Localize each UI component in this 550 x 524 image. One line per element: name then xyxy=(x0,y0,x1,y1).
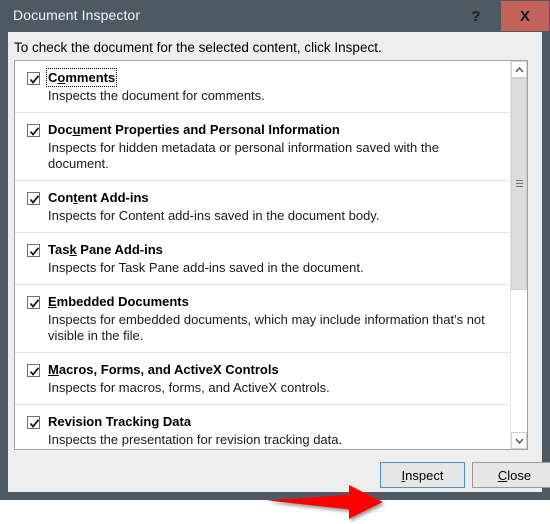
item-checkbox[interactable] xyxy=(27,244,40,257)
list-items-container: Comments Inspects the document for commen… xyxy=(15,61,511,449)
list-item-header: Embedded Documents xyxy=(27,294,501,309)
scroll-up-button[interactable] xyxy=(511,61,527,78)
list-item[interactable]: Macros, Forms, and ActiveX Controls Inspe… xyxy=(15,353,511,405)
inspector-item-list[interactable]: Comments Inspects the document for commen… xyxy=(14,60,528,450)
list-item-header: Comments xyxy=(27,68,501,87)
checkmark-icon xyxy=(29,247,40,256)
checkmark-icon xyxy=(29,299,40,308)
item-label: Comments xyxy=(45,68,118,87)
list-item-header: Document Properties and Personal Informa… xyxy=(27,122,501,137)
item-label: Embedded Documents xyxy=(48,294,189,309)
item-label: Macros, Forms, and ActiveX Controls xyxy=(48,362,279,377)
item-description: Inspects the presentation for revision t… xyxy=(48,432,343,447)
item-description: Inspects for Task Pane add-ins saved in … xyxy=(48,260,364,275)
list-item[interactable]: Embedded Documents Inspects for embedded … xyxy=(15,285,511,353)
list-item[interactable]: Content Add-ins Inspects for Content add-… xyxy=(15,181,511,233)
item-description: Inspects for macros, forms, and ActiveX … xyxy=(48,380,330,395)
annotation-arrow-icon xyxy=(267,485,383,519)
list-item[interactable]: Document Properties and Personal Informa… xyxy=(15,113,511,181)
chevron-up-icon xyxy=(514,66,524,72)
item-description: Inspects the document for comments. xyxy=(48,88,265,103)
close-window-button[interactable]: X xyxy=(501,1,549,31)
chevron-down-icon xyxy=(514,438,524,444)
checkmark-icon xyxy=(29,367,40,376)
item-description: Inspects for hidden metadata or personal… xyxy=(48,140,439,171)
scrollbar-track[interactable] xyxy=(511,78,527,432)
checkmark-icon xyxy=(29,419,40,428)
item-checkbox[interactable] xyxy=(27,72,40,85)
inspect-button-label: Inspect xyxy=(401,467,444,483)
item-checkbox[interactable] xyxy=(27,416,40,429)
item-description: Inspects for Content add-ins saved in th… xyxy=(48,208,380,223)
scroll-down-button[interactable] xyxy=(511,432,527,449)
list-item-header: Content Add-ins xyxy=(27,190,501,205)
document-inspector-dialog: Document Inspector ? X To check the docu… xyxy=(0,0,550,519)
title-bar[interactable]: Document Inspector ? X xyxy=(0,0,550,32)
checkmark-icon xyxy=(29,195,40,204)
item-label: Revision Tracking Data xyxy=(48,414,192,429)
list-item[interactable]: Task Pane Add-ins Inspects for Task Pane … xyxy=(15,233,511,285)
list-item-header: Macros, Forms, and ActiveX Controls xyxy=(27,362,501,377)
list-scrollbar[interactable] xyxy=(510,61,527,449)
checkmark-icon xyxy=(29,75,40,84)
help-button[interactable]: ? xyxy=(452,1,500,31)
inspect-button[interactable]: Inspect xyxy=(380,462,465,488)
list-item[interactable]: Comments Inspects the document for commen… xyxy=(15,61,511,113)
close-dialog-button[interactable]: Close xyxy=(472,462,550,488)
item-checkbox[interactable] xyxy=(27,296,40,309)
list-item[interactable]: Revision Tracking Data Inspects the prese… xyxy=(15,405,511,449)
instruction-text: To check the document for the selected c… xyxy=(14,40,382,55)
list-item-header: Revision Tracking Data xyxy=(27,414,501,429)
close-dialog-button-label: Close xyxy=(497,467,532,483)
item-checkbox[interactable] xyxy=(27,124,40,137)
item-description: Inspects for embedded documents, which m… xyxy=(48,312,485,343)
item-label: Content Add-ins xyxy=(48,190,149,205)
item-checkbox[interactable] xyxy=(27,364,40,377)
scrollbar-thumb[interactable] xyxy=(511,78,527,290)
item-label: Task Pane Add-ins xyxy=(48,242,163,257)
scrollbar-grip-icon xyxy=(516,180,523,188)
dialog-client-area: To check the document for the selected c… xyxy=(8,32,550,519)
item-checkbox[interactable] xyxy=(27,192,40,205)
window-title: Document Inspector xyxy=(13,7,141,23)
checkmark-icon xyxy=(29,127,40,136)
list-item-header: Task Pane Add-ins xyxy=(27,242,501,257)
item-label: Document Properties and Personal Informa… xyxy=(48,122,340,137)
